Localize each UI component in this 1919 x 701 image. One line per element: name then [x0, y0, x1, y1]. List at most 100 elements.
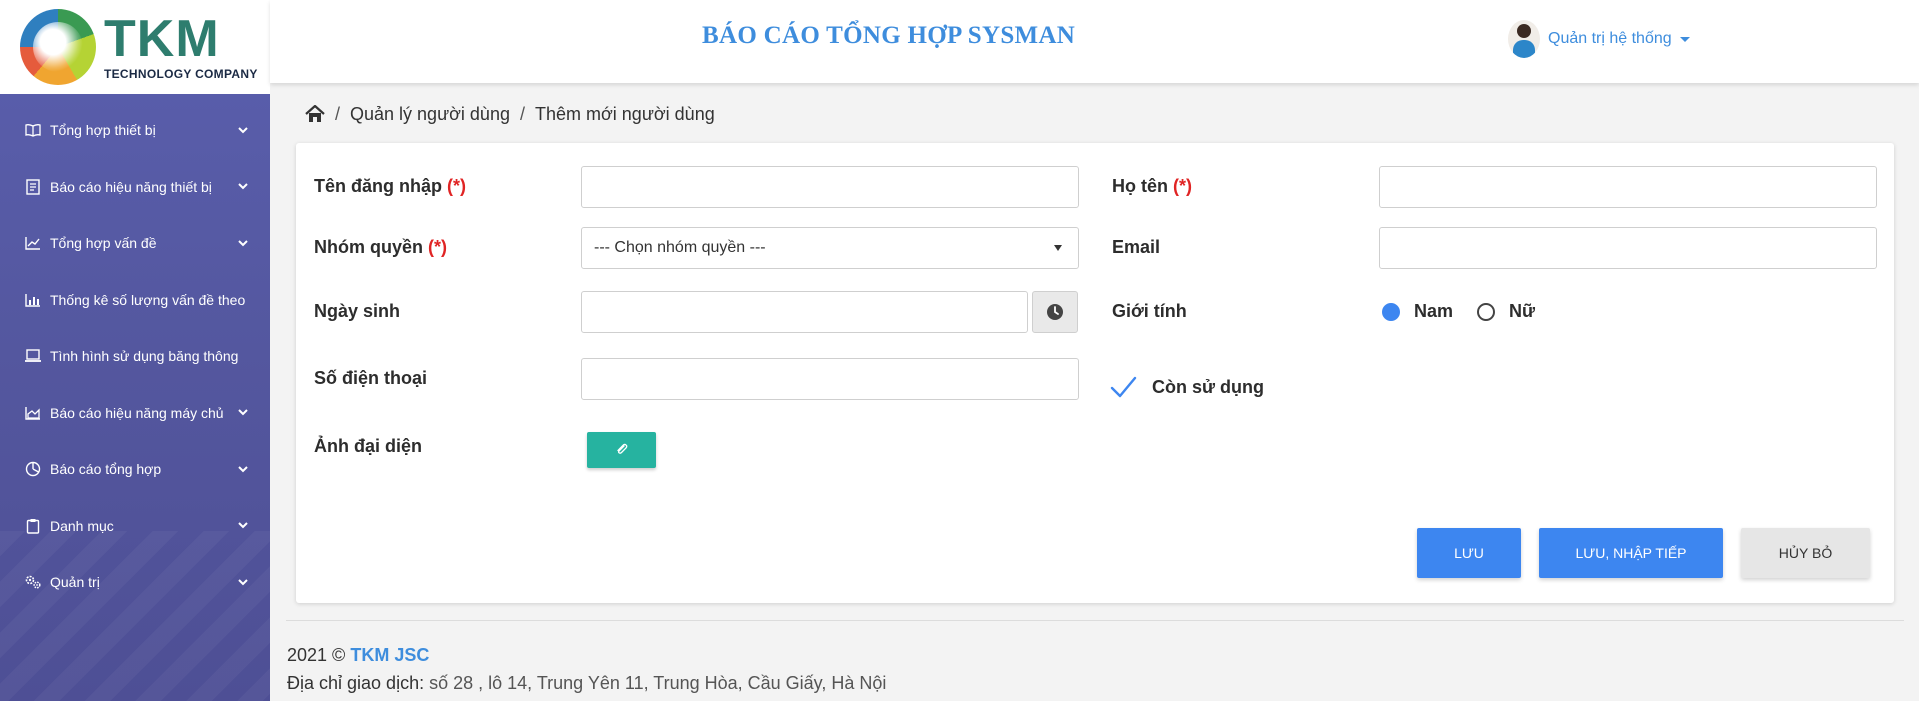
email-label-text: Email — [1112, 237, 1161, 257]
report-icon — [24, 178, 42, 196]
phone-input[interactable] — [581, 358, 1079, 400]
clock-icon — [1047, 304, 1063, 320]
sidebar-item-catalog[interactable]: Danh mục — [0, 498, 270, 555]
clipboard-icon — [24, 517, 42, 535]
sidebar-item-issue-summary[interactable]: Tổng hợp vấn đề — [0, 215, 270, 272]
chevron-down-icon — [238, 408, 248, 418]
avatar — [1508, 20, 1540, 58]
footer-company-link[interactable]: TKM JSC — [350, 645, 429, 665]
active-checkbox[interactable]: Còn sử dụng — [1110, 373, 1264, 401]
breadcrumb: / Quản lý người dùng / Thêm mới người dù… — [305, 104, 715, 125]
chevron-down-icon — [238, 521, 248, 531]
sidebar-item-device-performance[interactable]: Báo cáo hiệu năng thiết bị — [0, 159, 270, 216]
breadcrumb-user-management[interactable]: Quản lý người dùng — [350, 104, 510, 125]
user-form-card: Tên đăng nhập (*) Họ tên (*) Nhóm quyền … — [296, 143, 1894, 603]
fullname-input[interactable] — [1379, 166, 1877, 208]
sidebar-item-label: Tổng hợp thiết bị — [50, 122, 156, 139]
sidebar-item-label: Báo cáo tổng hợp — [50, 461, 162, 478]
sidebar-item-device-summary[interactable]: Tổng hợp thiết bị — [0, 102, 270, 159]
page-title: BÁO CÁO TỔNG HỢP SYSMAN — [702, 22, 1076, 49]
sidebar: TKM TECHNOLOGY COMPANY Tổng hợp thiết bị… — [0, 0, 270, 701]
paperclip-icon — [616, 443, 627, 454]
save-button[interactable]: LƯU — [1417, 528, 1521, 578]
username-label: Tên đăng nhập (*) — [314, 176, 466, 197]
cancel-button[interactable]: HỦY BỎ — [1741, 528, 1870, 578]
sidebar-item-server-performance[interactable]: Báo cáo hiệu năng máy chủ — [0, 385, 270, 442]
footer-copyright: 2021 © — [287, 645, 346, 665]
avatar-upload-button[interactable] — [587, 432, 656, 468]
username-label-text: Tên đăng nhập — [314, 176, 442, 196]
username-input[interactable] — [581, 166, 1079, 208]
chevron-down-icon — [238, 238, 248, 248]
gender-radio-male[interactable]: Nam — [1382, 301, 1453, 322]
logo-globe-icon — [20, 9, 96, 85]
gender-label-text: Giới tính — [1112, 301, 1187, 321]
top-header: BÁO CÁO TỔNG HỢP SYSMAN Quản trị hệ thốn… — [270, 0, 1919, 83]
email-label: Email — [1112, 237, 1160, 258]
required-mark: (*) — [447, 176, 467, 196]
sidebar-item-label: Báo cáo hiệu năng thiết bị — [50, 178, 212, 195]
footer-address-line: Địa chỉ giao dịch: số 28 , lô 14, Trung … — [287, 669, 886, 697]
breadcrumb-separator: / — [519, 104, 525, 124]
active-checkbox-label: Còn sử dụng — [1152, 376, 1265, 397]
avatar-label: Ảnh đại diện — [314, 436, 422, 457]
date-picker-button[interactable] — [1032, 291, 1078, 333]
sidebar-item-label: Tổng hợp vấn đề — [50, 235, 157, 252]
sidebar-item-general-report[interactable]: Báo cáo tổng hợp — [0, 441, 270, 498]
sidebar-item-label: Tình hình sử dụng băng thông — [50, 348, 239, 365]
footer: 2021 © TKM JSC Địa chỉ giao dịch: số 28 … — [287, 641, 886, 697]
select-arrow-icon — [1054, 245, 1062, 251]
role-label: Nhóm quyền (*) — [314, 237, 447, 258]
logo[interactable]: TKM TECHNOLOGY COMPANY — [0, 0, 270, 94]
footer-address: số 28 , lô 14, Trung Yên 11, Trung Hòa, … — [429, 673, 887, 693]
footer-copyright-line: 2021 © TKM JSC — [287, 641, 886, 669]
breadcrumb-current: Thêm mới người dùng — [534, 104, 715, 124]
bar-chart-icon — [24, 291, 42, 309]
sidebar-item-bandwidth[interactable]: Tình hình sử dụng băng thông — [0, 328, 270, 385]
line-chart-icon — [24, 234, 42, 252]
gender-option-label: Nữ — [1509, 301, 1536, 321]
footer-address-label: Địa chỉ giao dịch: — [287, 673, 425, 693]
home-icon[interactable] — [305, 104, 325, 125]
avatar-label-text: Ảnh đại diện — [314, 436, 422, 456]
sidebar-item-label: Thống kê số lượng vấn đề theo — [50, 291, 246, 308]
radio-unselected-icon — [1477, 302, 1496, 321]
role-select-value: --- Chọn nhóm quyền --- — [594, 239, 766, 256]
user-name: Quản trị hệ thống — [1548, 30, 1672, 47]
sidebar-item-admin[interactable]: Quản trị — [0, 554, 270, 611]
phone-label-text: Số điện thoại — [314, 368, 428, 388]
logo-main-text: TKM — [104, 10, 220, 68]
user-menu-toggle[interactable]: Quản trị hệ thống — [1508, 20, 1690, 58]
role-select[interactable]: --- Chọn nhóm quyền --- — [581, 227, 1079, 269]
laptop-icon — [24, 347, 42, 365]
breadcrumb-separator: / — [335, 104, 341, 124]
sidebar-menu: Tổng hợp thiết bị Báo cáo hiệu năng thiế… — [0, 94, 270, 611]
checkmark-icon — [1110, 376, 1137, 398]
required-mark: (*) — [1173, 176, 1193, 196]
cogs-icon — [24, 573, 42, 591]
birthday-label-text: Ngày sinh — [314, 301, 401, 321]
save-continue-button[interactable]: LƯU, NHẬP TIẾP — [1539, 528, 1723, 578]
radio-selected-icon — [1382, 302, 1400, 321]
gender-radio-female[interactable]: Nữ — [1477, 301, 1535, 322]
chevron-down-icon — [238, 182, 248, 192]
fullname-label-text: Họ tên — [1112, 176, 1168, 196]
book-open-icon — [24, 121, 42, 139]
chevron-down-icon — [238, 464, 248, 474]
email-input[interactable] — [1379, 227, 1877, 269]
birthday-input[interactable] — [581, 291, 1028, 333]
footer-divider — [286, 620, 1904, 621]
sidebar-item-label: Quản trị — [50, 574, 100, 591]
logo-sub-text: TECHNOLOGY COMPANY — [104, 67, 258, 81]
phone-label: Số điện thoại — [314, 368, 427, 389]
gender-label: Giới tính — [1112, 301, 1187, 322]
chevron-down-icon — [238, 577, 248, 587]
gender-option-label: Nam — [1414, 301, 1454, 321]
gender-radio-group: Nam Nữ — [1382, 301, 1535, 322]
required-mark: (*) — [428, 237, 448, 257]
birthday-label: Ngày sinh — [314, 301, 400, 322]
chevron-down-icon — [238, 125, 248, 135]
sidebar-item-issue-stats[interactable]: Thống kê số lượng vấn đề theo — [0, 272, 270, 329]
caret-down-icon — [1679, 36, 1690, 42]
fullname-label: Họ tên (*) — [1112, 176, 1192, 197]
